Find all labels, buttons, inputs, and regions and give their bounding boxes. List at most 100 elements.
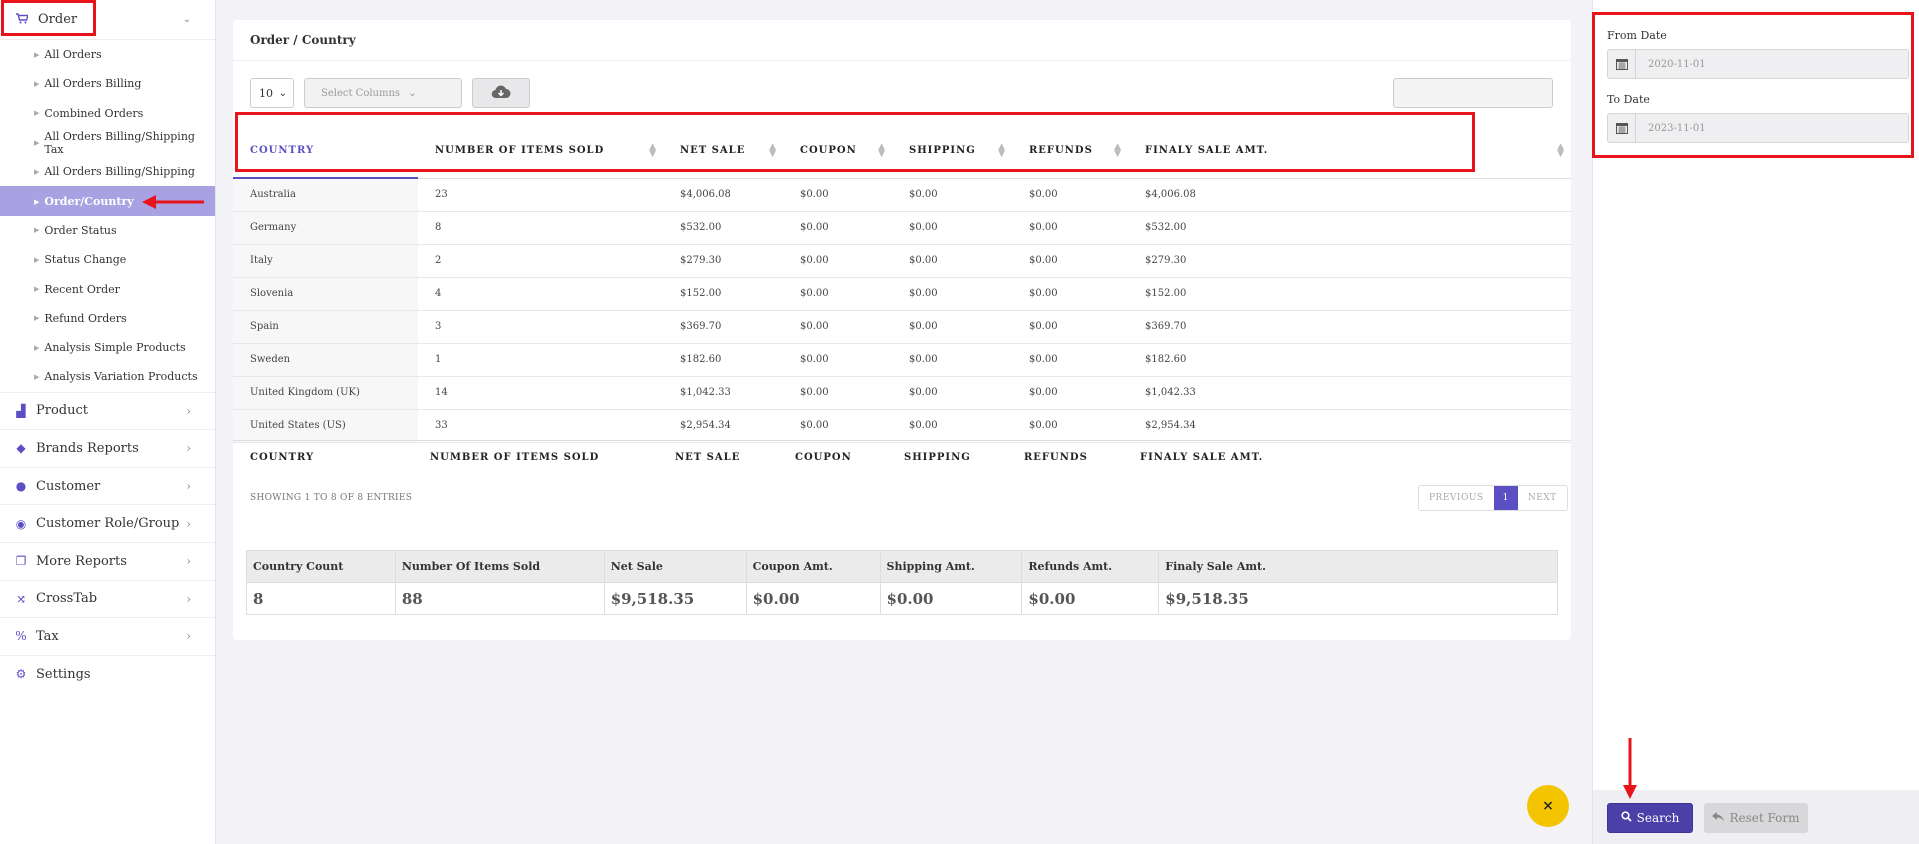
caret-right-icon: ▶ <box>34 255 40 264</box>
search-button-label: Search <box>1636 811 1680 825</box>
table-row: Germany 8 $532.00 $0.00 $0.00 $0.00 $532.00 <box>233 211 1571 245</box>
percent-icon: % <box>15 629 27 644</box>
sidebar-main-menu: ▟ Product › ◆ Brands Reports › ● Customer › ◉ Cust… <box>0 391 215 693</box>
table-cell: $0.00 <box>892 211 1012 245</box>
footer-column-number-of-items-sold: NUMBER OF ITEMS SOLD <box>413 440 658 475</box>
footer-column-shipping: SHIPPING <box>887 440 1007 475</box>
sidebar-item-label: Customer <box>36 478 101 494</box>
entries-info: SHOWING 1 TO 8 OF 8 ENTRIES <box>250 493 413 503</box>
user-circle-icon: ◉ <box>15 516 27 531</box>
summary-value-net-sale: $9,518.35 <box>603 582 747 615</box>
table-footer: COUNTRY NUMBER OF ITEMS SOLD NET SALE COUPO… <box>233 440 1571 475</box>
table-cell: $0.00 <box>783 310 892 344</box>
table-cell: 1 <box>418 343 663 377</box>
table-cell: $0.00 <box>892 178 1012 212</box>
summary-header-coupon-amt: Coupon Amt. <box>745 550 881 583</box>
table-cell: $0.00 <box>1012 244 1128 278</box>
sidebar-item-combined-orders[interactable]: ▶ Combined Orders <box>0 99 215 128</box>
table-search-input[interactable] <box>1393 78 1553 108</box>
sidebar-item-analysis-simple-products[interactable]: ▶ Analysis Simple Products <box>0 333 215 362</box>
highlight-order-header <box>1 0 96 36</box>
sidebar-item-all-orders-billing[interactable]: ▶ All Orders Billing <box>0 69 215 98</box>
sidebar-item-label: Brands Reports <box>36 440 139 456</box>
pagination: PREVIOUS 1 NEXT <box>1418 485 1568 511</box>
summary-header-shipping-amt: Shipping Amt. <box>879 550 1023 583</box>
sidebar-item-order-status[interactable]: ▶ Order Status <box>0 216 215 245</box>
caret-right-icon: ▶ <box>34 226 40 235</box>
table-cell: $0.00 <box>892 409 1012 443</box>
sidebar-item-more-reports[interactable]: ❐ More Reports › <box>0 541 215 580</box>
table-cell: $0.00 <box>783 376 892 410</box>
table-cell: 2 <box>418 244 663 278</box>
shopping-bag-icon: ▟ <box>16 403 26 418</box>
cloud-download-icon <box>491 85 511 102</box>
table-cell: 3 <box>418 310 663 344</box>
sidebar-item-all-orders-billing-shipping-tax[interactable]: ▶ All Orders Billing/Shipping Tax <box>0 128 215 157</box>
sort-icon: ▲ ▼ <box>1557 142 1565 159</box>
table-cell: $0.00 <box>892 244 1012 278</box>
table-row: Sweden 1 $182.60 $0.00 $0.00 $0.00 $182.60 <box>233 343 1571 377</box>
sidebar-item-customer-role-group[interactable]: ◉ Customer Role/Group › <box>0 504 215 542</box>
table-cell: $4,006.08 <box>1128 178 1571 212</box>
sidebar-item-customer[interactable]: ● Customer › <box>0 466 215 505</box>
order-submenu: ▶ All Orders ▶ All Orders Billing ▶ Combined … <box>0 40 215 392</box>
table-cell: $0.00 <box>1012 178 1128 212</box>
sidebar-item-all-orders-billing-shipping[interactable]: ▶ All Orders Billing/Shipping <box>0 157 215 186</box>
table-cell: $0.00 <box>783 211 892 245</box>
table-row: Spain 3 $369.70 $0.00 $0.00 $0.00 $369.70 <box>233 310 1571 344</box>
sidebar-item-settings[interactable]: ⚙ Settings <box>0 654 215 693</box>
table-cell: $152.00 <box>663 277 783 311</box>
pagination-page-1[interactable]: 1 <box>1493 486 1518 510</box>
summary-header-refunds-amt: Refunds Amt. <box>1021 550 1160 583</box>
download-button[interactable] <box>472 78 530 108</box>
table-cell: $0.00 <box>1012 409 1128 443</box>
sidebar-item-label: Product <box>36 403 88 419</box>
footer-column-finaly-sale-amt: FINALY SALE AMT. <box>1123 440 1571 475</box>
table-cell: $0.00 <box>783 244 892 278</box>
highlight-table-header <box>235 112 1475 172</box>
footer-column-country: COUNTRY <box>233 440 413 475</box>
summary-value-shipping-amt: $0.00 <box>879 582 1023 615</box>
chevron-down-icon: ⌄ <box>408 87 417 99</box>
table-row: Slovenia 4 $152.00 $0.00 $0.00 $0.00 $152.00 <box>233 277 1571 311</box>
summary-header-country-count: Country Count <box>246 550 396 583</box>
sidebar-item-label: CrossTab <box>36 591 98 607</box>
sidebar-item-tax[interactable]: % Tax › <box>0 617 215 655</box>
sidebar-item-status-change[interactable]: ▶ Status Change <box>0 245 215 274</box>
reset-form-button[interactable]: Reset Form <box>1704 803 1808 833</box>
summary-header-row: Country Count Number Of Items Sold Net Sal… <box>246 550 1558 583</box>
sidebar-item-all-orders[interactable]: ▶ All Orders <box>0 40 215 69</box>
select-columns-placeholder: Select Columns <box>321 87 401 99</box>
sidebar-item-analysis-variation-products[interactable]: ▶ Analysis Variation Products <box>0 362 215 391</box>
table-cell: Germany <box>233 211 418 245</box>
chevron-right-icon: › <box>186 629 191 644</box>
sidebar-item-label: Settings <box>36 666 91 682</box>
table-cell: $369.70 <box>663 310 783 344</box>
sidebar-item-label: All Orders <box>44 48 102 62</box>
caret-right-icon: ▶ <box>34 138 40 147</box>
table-cell: Australia <box>233 178 418 212</box>
chevron-right-icon: › <box>186 516 191 531</box>
table-cell: $532.00 <box>663 211 783 245</box>
sidebar-item-brands-reports[interactable]: ◆ Brands Reports › <box>0 429 215 467</box>
sidebar-item-crosstab[interactable]: ⤨ CrossTab › <box>0 579 215 618</box>
pagination-previous[interactable]: PREVIOUS <box>1419 486 1494 510</box>
search-button[interactable]: Search <box>1607 803 1693 833</box>
table-cell: $0.00 <box>783 178 892 212</box>
caret-right-icon: ▶ <box>34 343 40 352</box>
table-cell: $0.00 <box>1012 211 1128 245</box>
table-cell: $369.70 <box>1128 310 1571 344</box>
summary-header-number-of-items-sold: Number Of Items Sold <box>394 550 605 583</box>
footer-column-refunds: REFUNDS <box>1007 440 1123 475</box>
sidebar-item-refund-orders[interactable]: ▶ Refund Orders <box>0 304 215 333</box>
close-fab-button[interactable]: × <box>1527 785 1569 827</box>
sidebar-item-recent-order[interactable]: ▶ Recent Order <box>0 274 215 303</box>
sidebar-item-product[interactable]: ▟ Product › <box>0 391 215 430</box>
select-columns-dropdown[interactable]: Select Columns ⌄ <box>304 78 462 108</box>
sidebar-item-label: All Orders Billing/Shipping Tax <box>44 129 195 156</box>
pagination-next[interactable]: NEXT <box>1518 486 1567 510</box>
close-icon: × <box>1542 798 1554 814</box>
page-length-select[interactable]: 10 ⌄ <box>250 78 294 108</box>
search-icon <box>1621 811 1632 825</box>
table-cell: $0.00 <box>1012 376 1128 410</box>
